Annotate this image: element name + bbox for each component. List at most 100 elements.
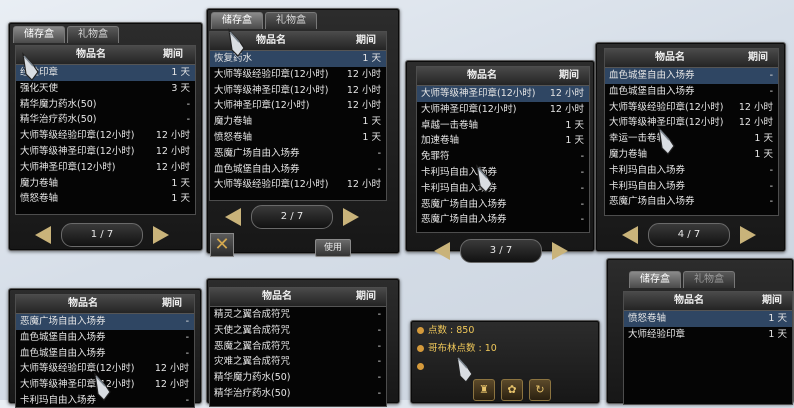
item-name: 卓越一击卷轴 bbox=[421, 119, 479, 131]
list-item[interactable]: 灾难之翼合成符咒 - bbox=[210, 354, 386, 370]
list-item[interactable]: 精灵之翼合成符咒 - bbox=[210, 307, 386, 323]
list-item[interactable]: 精华治疗药水(50) - bbox=[16, 112, 195, 128]
shop-icon[interactable]: ♜ bbox=[473, 379, 495, 401]
item-name: 大师神圣印章(12小时) bbox=[421, 103, 517, 115]
list-item[interactable]: 大师神圣印章(12小时) 12 小时 bbox=[210, 98, 386, 114]
list-item[interactable]: 大师等级神圣印章(12小时) 12 小时 bbox=[605, 115, 778, 131]
item-period: 12 小时 bbox=[155, 161, 190, 173]
item-period: 3 天 bbox=[171, 82, 190, 94]
item-name: 精华治疗药水(50) bbox=[214, 387, 291, 399]
list-item[interactable]: 魔力卷轴 1 天 bbox=[210, 114, 386, 130]
list-item[interactable]: 恶魔广场自由入场券 - bbox=[605, 194, 778, 210]
arrow-right-icon[interactable] bbox=[153, 226, 169, 244]
list-item[interactable]: 愤怒卷轴 1 天 bbox=[210, 130, 386, 146]
list-item[interactable]: 卡利玛自由入场券 - bbox=[605, 179, 778, 195]
arrow-right-icon[interactable] bbox=[740, 226, 756, 244]
goblin-points-label: 哥布林点数 : 10 bbox=[428, 343, 497, 354]
list-item[interactable]: 大师等级经验印章(12小时) 12 小时 bbox=[210, 67, 386, 83]
list-item[interactable]: 大师等级经验印章(12小时) 12 小时 bbox=[210, 177, 386, 193]
item-period: 1 天 bbox=[565, 119, 584, 131]
use-button[interactable]: 使用 bbox=[315, 239, 352, 257]
list-item[interactable]: 幸运一击卷轴 1 天 bbox=[605, 131, 778, 147]
column-name-header: 物品名 bbox=[655, 52, 685, 63]
list-item[interactable]: 血色城堡自由入场券 - bbox=[16, 346, 194, 362]
arrow-left-icon[interactable] bbox=[434, 242, 450, 260]
item-name: 大师等级神圣印章(12小时) bbox=[20, 379, 135, 391]
list-item[interactable]: 免罪符 - bbox=[417, 149, 589, 165]
arrow-right-icon[interactable] bbox=[552, 242, 568, 260]
tab-storage[interactable]: 储存盒 bbox=[13, 26, 65, 43]
gift-icon[interactable]: ✿ bbox=[501, 379, 523, 401]
item-name: 大师等级经验印章(12小时) bbox=[214, 179, 329, 191]
list-item[interactable]: 精华魔力药水(50) - bbox=[16, 97, 195, 113]
list-item[interactable]: 经验印章 1 天 bbox=[16, 65, 195, 81]
list-item[interactable]: 卡利玛自由入场券 - bbox=[417, 165, 589, 181]
close-x-icon[interactable]: ✕ bbox=[210, 233, 234, 257]
column-name-header: 物品名 bbox=[262, 291, 292, 302]
list-item[interactable]: 大师等级神圣印章(12小时) 12 小时 bbox=[417, 86, 589, 102]
list-item[interactable]: 血色城堡自由入场券 - bbox=[605, 68, 778, 84]
item-period: - bbox=[769, 164, 773, 176]
column-name-header: 物品名 bbox=[68, 298, 98, 309]
item-period: 12 小时 bbox=[549, 88, 584, 99]
refresh-icon[interactable]: ↻ bbox=[529, 379, 551, 401]
storage-panel-3: 物品名 期间 大师等级神圣印章(12小时) 12 小时 大师神圣印章(12小时) 1… bbox=[405, 60, 595, 263]
tab-gift[interactable]: 礼物盒 bbox=[265, 12, 317, 29]
column-name-header: 物品名 bbox=[76, 49, 106, 60]
item-name: 精华魔力药水(50) bbox=[20, 98, 97, 110]
tab-gift[interactable]: 礼物盒 bbox=[67, 26, 119, 43]
list-item[interactable]: 加速卷轴 1 天 bbox=[417, 133, 589, 149]
item-period: 12 小时 bbox=[346, 100, 381, 112]
gauntlet-cursor-icon bbox=[94, 372, 111, 401]
tab-storage[interactable]: 储存盒 bbox=[211, 12, 263, 29]
list-item[interactable]: 大师神圣印章(12小时) 12 小时 bbox=[417, 102, 589, 118]
item-period: - bbox=[580, 166, 584, 178]
list-item[interactable]: 愤怒卷轴 1 天 bbox=[16, 191, 195, 207]
list-item[interactable]: 魔力卷轴 1 天 bbox=[605, 147, 778, 163]
column-name-header: 物品名 bbox=[256, 35, 286, 46]
list-item[interactable]: 魔力卷轴 1 天 bbox=[16, 176, 195, 192]
column-period-header: 期间 bbox=[162, 298, 182, 309]
item-name: 大师等级神圣印章(12小时) bbox=[20, 145, 135, 157]
item-name: 大师等级神圣印章(12小时) bbox=[214, 84, 329, 96]
column-period-header: 期间 bbox=[163, 49, 183, 60]
item-period: 12 小时 bbox=[346, 179, 381, 191]
list-item[interactable]: 大师经验印章 1 天 bbox=[624, 327, 792, 343]
list-item[interactable]: 恶魔广场自由入场券 - bbox=[417, 212, 589, 228]
list-item[interactable]: 恶魔之翼合成符咒 - bbox=[210, 339, 386, 355]
page-indicator: 1 / 7 bbox=[61, 223, 143, 247]
list-item[interactable]: 大师等级经验印章(12小时) 12 小时 bbox=[16, 128, 195, 144]
list-item[interactable]: 强化天使 3 天 bbox=[16, 81, 195, 97]
item-period: 12 小时 bbox=[155, 145, 190, 157]
list-item[interactable]: 卓越一击卷轴 1 天 bbox=[417, 118, 589, 134]
list-item[interactable]: 精华魔力药水(50) - bbox=[210, 370, 386, 386]
list-item[interactable]: 天使之翼合成符咒 - bbox=[210, 323, 386, 339]
item-name: 大师等级经验印章(12小时) bbox=[609, 101, 724, 113]
list-item[interactable]: 血色城堡自由入场券 - bbox=[16, 330, 194, 346]
arrow-left-icon[interactable] bbox=[35, 226, 51, 244]
page-indicator: 2 / 7 bbox=[251, 205, 333, 229]
list-item[interactable]: 大师等级神圣印章(12小时) 12 小时 bbox=[16, 144, 195, 160]
list-item[interactable]: 大师等级神圣印章(12小时) 12 小时 bbox=[210, 83, 386, 99]
list-item[interactable]: 大师神圣印章(12小时) 12 小时 bbox=[16, 160, 195, 176]
tab-gift[interactable]: 礼物盒 bbox=[683, 271, 735, 288]
arrow-right-icon[interactable] bbox=[343, 208, 359, 226]
arrow-left-icon[interactable] bbox=[225, 208, 241, 226]
list-item[interactable]: 血色城堡自由入场券 - bbox=[210, 162, 386, 178]
item-period: 1 天 bbox=[565, 135, 584, 147]
item-name: 恶魔广场自由入场券 bbox=[214, 147, 300, 159]
list-item[interactable]: 卡利玛自由入场券 - bbox=[417, 181, 589, 197]
arrow-left-icon[interactable] bbox=[622, 226, 638, 244]
item-name: 大师神圣印章(12小时) bbox=[214, 100, 310, 112]
list-item[interactable]: 恶魔广场自由入场券 - bbox=[210, 146, 386, 162]
tab-storage[interactable]: 储存盒 bbox=[629, 271, 681, 288]
list-item[interactable]: 愤怒卷轴 1 天 bbox=[624, 311, 792, 327]
list-item[interactable]: 精华治疗药水(50) - bbox=[210, 386, 386, 402]
list-item[interactable]: 血色城堡自由入场券 - bbox=[605, 84, 778, 100]
list-item[interactable]: 大师等级经验印章(12小时) 12 小时 bbox=[605, 100, 778, 116]
list-item[interactable]: 恶魔广场自由入场券 - bbox=[417, 197, 589, 213]
item-period: 12 小时 bbox=[346, 84, 381, 96]
item-period: - bbox=[186, 98, 190, 110]
list-item[interactable]: 卡利玛自由入场券 - bbox=[605, 163, 778, 179]
list-item[interactable]: 恶魔广场自由入场券 - bbox=[16, 314, 194, 330]
